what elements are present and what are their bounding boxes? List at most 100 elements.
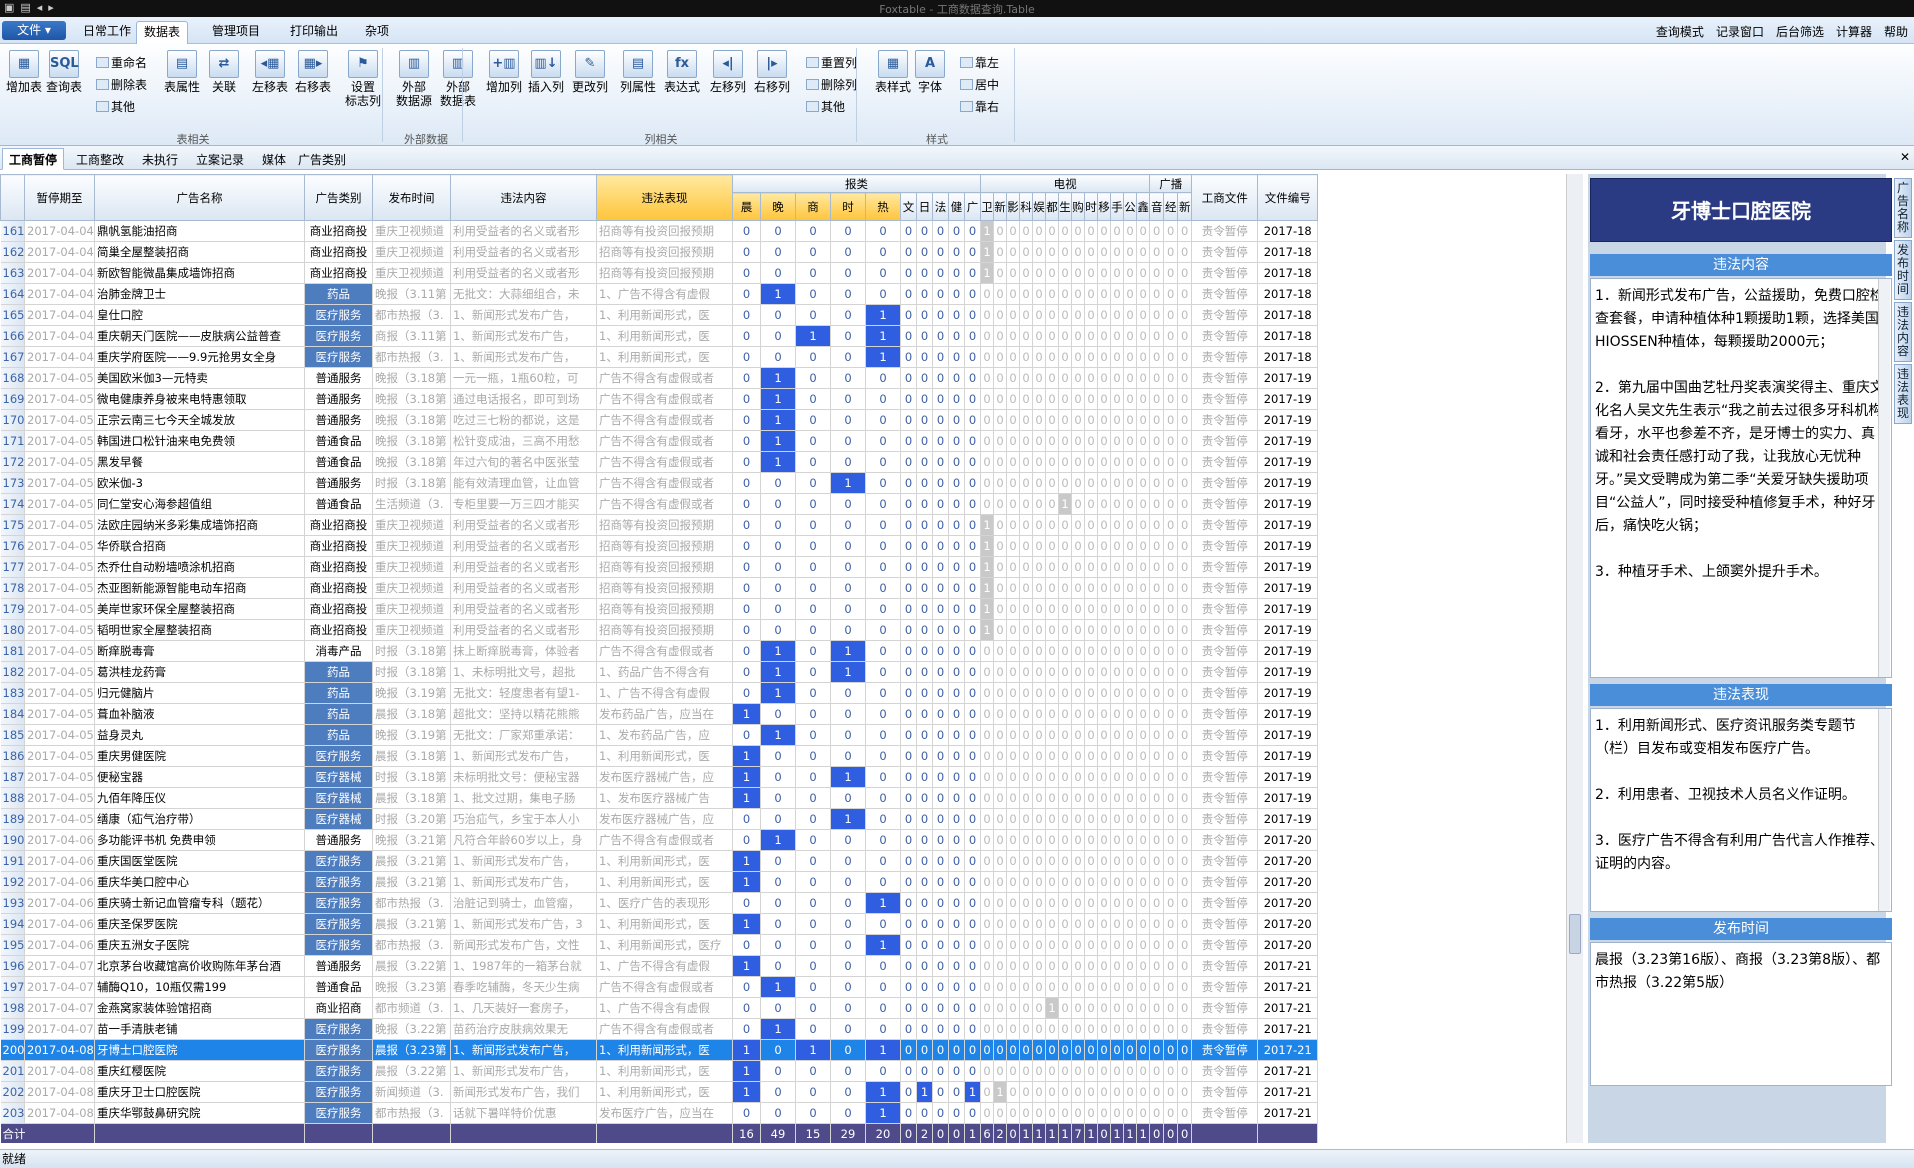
cell-doc[interactable]: 责令暂停 (1191, 976, 1259, 998)
cell-content[interactable]: 1、新闻形式发布广告，3 (450, 913, 597, 935)
cell-docno[interactable]: 2017-19 (1257, 787, 1319, 809)
cell-tv-生[interactable]: 0 (1058, 661, 1073, 683)
cell-radio-新[interactable]: 0 (1177, 577, 1193, 599)
cell-pub[interactable]: 晚报（3.18第 (372, 451, 451, 473)
cell-radio-新[interactable]: 0 (1177, 472, 1193, 494)
row-number[interactable]: 184 (0, 703, 25, 725)
cell-pub[interactable]: 晨报（3.18第 (372, 745, 451, 767)
cell-radio-音[interactable]: 0 (1149, 871, 1165, 893)
cell-newspaper-日[interactable]: 0 (916, 409, 933, 431)
cell-tv-新[interactable]: 0 (993, 703, 1008, 725)
cell-radio-新[interactable]: 0 (1177, 808, 1193, 830)
cell-cat[interactable]: 药品 (304, 724, 373, 746)
header-tv-5[interactable]: 都 (1045, 192, 1060, 221)
cell-radio-新[interactable]: 0 (1177, 283, 1193, 305)
cell-tv-公[interactable]: 0 (1123, 892, 1138, 914)
header-newspaper-3[interactable]: 时 (830, 192, 866, 221)
cell-doc[interactable]: 责令暂停 (1191, 997, 1259, 1019)
cell-docno[interactable]: 2017-21 (1257, 1102, 1319, 1124)
cell-newspaper-晨[interactable]: 0 (732, 892, 761, 914)
cell-name[interactable]: 治肺金牌卫士 (94, 283, 305, 305)
cell-behavior[interactable]: 1、利用新闻形式，医 (596, 1039, 733, 1061)
cell-doc[interactable]: 责令暂停 (1191, 472, 1259, 494)
cell-tv-卫[interactable]: 0 (980, 913, 995, 935)
cell-tv-生[interactable]: 0 (1058, 976, 1073, 998)
cell-newspaper-热[interactable]: 0 (865, 787, 901, 809)
cell-tv-公[interactable]: 0 (1123, 346, 1138, 368)
cell-newspaper-晨[interactable]: 0 (732, 661, 761, 683)
cell-radio-经[interactable]: 0 (1163, 598, 1179, 620)
cell-content[interactable]: 超批文：坚持以精花熊熊 (450, 703, 597, 725)
cell-content[interactable]: 能有效清理血管，让血管 (450, 472, 597, 494)
panel-scrollbar-0[interactable] (1878, 279, 1890, 677)
cell-newspaper-热[interactable]: 0 (865, 703, 901, 725)
cell-tv-影[interactable]: 0 (1006, 556, 1021, 578)
cell-cat[interactable]: 医疗器械 (304, 808, 373, 830)
cell-newspaper-晨[interactable]: 1 (732, 1060, 761, 1082)
cell-newspaper-健[interactable]: 0 (948, 661, 965, 683)
cell-docno[interactable]: 2017-20 (1257, 850, 1319, 872)
header-radio-1[interactable]: 经 (1163, 192, 1179, 221)
cell-newspaper-商[interactable]: 0 (795, 283, 831, 305)
cell-tv-公[interactable]: 0 (1123, 913, 1138, 935)
cell-tv-时[interactable]: 0 (1084, 514, 1099, 536)
cell-tv-移[interactable]: 0 (1097, 598, 1112, 620)
row-number[interactable]: 195 (0, 934, 25, 956)
cell-tv-公[interactable]: 0 (1123, 619, 1138, 641)
cell-tv-卫[interactable]: 0 (980, 829, 995, 851)
cell-newspaper-晨[interactable]: 0 (732, 451, 761, 473)
cell-newspaper-文[interactable]: 0 (900, 934, 917, 956)
cell-newspaper-时[interactable]: 0 (830, 451, 866, 473)
cell-newspaper-日[interactable]: 0 (916, 220, 933, 242)
cell-tv-移[interactable]: 0 (1097, 913, 1112, 935)
cell-tv-科[interactable]: 0 (1019, 346, 1034, 368)
cell-tv-新[interactable]: 1 (993, 1081, 1008, 1103)
cell-radio-新[interactable]: 0 (1177, 304, 1193, 326)
cell-newspaper-热[interactable]: 0 (865, 1060, 901, 1082)
cell-tv-新[interactable]: 0 (993, 535, 1008, 557)
cell-doc[interactable]: 责令暂停 (1191, 619, 1259, 641)
cell-tv-卫[interactable]: 0 (980, 388, 995, 410)
cell-newspaper-文[interactable]: 0 (900, 871, 917, 893)
cell-docno[interactable]: 2017-20 (1257, 913, 1319, 935)
cell-tv-新[interactable]: 0 (993, 829, 1008, 851)
cell-radio-经[interactable]: 0 (1163, 934, 1179, 956)
cell-newspaper-广[interactable]: 0 (964, 1060, 982, 1082)
row-number[interactable]: 200 (0, 1039, 25, 1061)
cell-tv-卫[interactable]: 0 (980, 955, 995, 977)
cell-newspaper-文[interactable]: 0 (900, 703, 917, 725)
cell-radio-音[interactable]: 0 (1149, 346, 1165, 368)
cell-doc[interactable]: 责令暂停 (1191, 661, 1259, 683)
cell-newspaper-晚[interactable]: 1 (760, 1018, 796, 1040)
cell-tv-科[interactable]: 0 (1019, 262, 1034, 284)
cell-doc[interactable]: 责令暂停 (1191, 514, 1259, 536)
cell-newspaper-热[interactable]: 1 (865, 1102, 901, 1124)
cell-name[interactable]: 断痒脱毒膏 (94, 640, 305, 662)
cell-pause[interactable]: 2017-04-07 (24, 955, 95, 977)
cell-tv-科[interactable]: 0 (1019, 703, 1034, 725)
cell-tv-移[interactable]: 0 (1097, 745, 1112, 767)
cell-radio-音[interactable]: 0 (1149, 997, 1165, 1019)
cell-tv-影[interactable]: 0 (1006, 997, 1021, 1019)
cell-radio-新[interactable]: 0 (1177, 997, 1193, 1019)
cell-tv-都[interactable]: 0 (1045, 514, 1060, 536)
cell-tv-公[interactable]: 0 (1123, 325, 1138, 347)
cell-behavior[interactable]: 1、广告不得含有虚假 (596, 682, 733, 704)
row-number[interactable]: 169 (0, 388, 25, 410)
row-number[interactable]: 201 (0, 1060, 25, 1082)
cell-radio-新[interactable]: 0 (1177, 493, 1193, 515)
cell-name[interactable]: 苗一手清肤老铺 (94, 1018, 305, 1040)
cell-newspaper-商[interactable]: 0 (795, 724, 831, 746)
cell-newspaper-广[interactable]: 0 (964, 388, 982, 410)
cell-newspaper-法[interactable]: 0 (932, 220, 949, 242)
cell-tv-都[interactable]: 0 (1045, 703, 1060, 725)
cell-newspaper-晚[interactable]: 0 (760, 514, 796, 536)
row-number[interactable]: 196 (0, 955, 25, 977)
cell-newspaper-广[interactable]: 0 (964, 997, 982, 1019)
cell-tv-移[interactable]: 0 (1097, 325, 1112, 347)
cell-tv-公[interactable]: 0 (1123, 241, 1138, 263)
cell-tv-娱[interactable]: 0 (1032, 661, 1047, 683)
cell-pause[interactable]: 2017-04-05 (24, 535, 95, 557)
cell-newspaper-晨[interactable]: 0 (732, 934, 761, 956)
cell-tv-手[interactable]: 0 (1110, 241, 1125, 263)
